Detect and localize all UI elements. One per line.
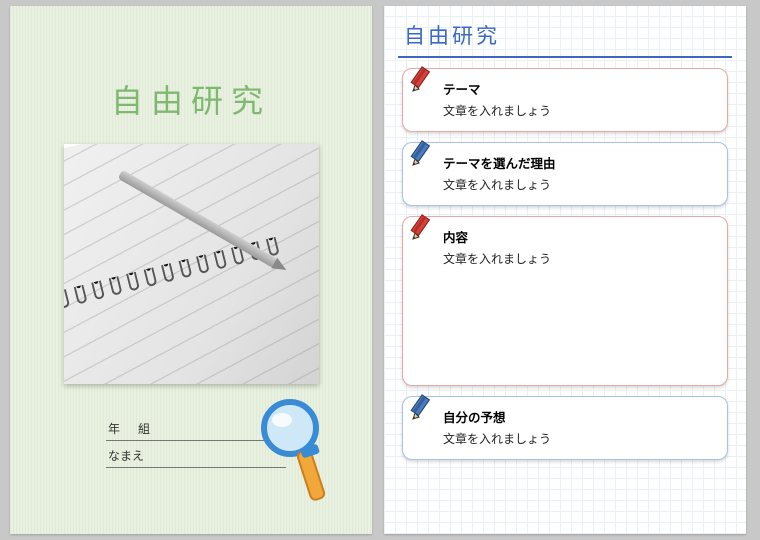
pencil-icon (409, 391, 437, 421)
cover-title: 自由研究 (10, 76, 372, 122)
section-label: テーマ (443, 79, 713, 98)
section-card[interactable]: 内容文章を入れましょう (402, 216, 728, 386)
section-list: テーマ文章を入れましょう テーマを選んだ理由文章を入れましょう 内容文章を入れま… (398, 68, 732, 460)
section-label: 自分の予想 (443, 407, 713, 426)
section-card[interactable]: テーマ文章を入れましょう (402, 68, 728, 132)
section-label: テーマを選んだ理由 (443, 153, 713, 172)
grade-label: 年 (108, 420, 120, 437)
sheet-title: 自由研究 (398, 6, 732, 58)
pencil-icon (409, 63, 437, 93)
section-body[interactable]: 文章を入れましょう (443, 430, 713, 447)
section-body[interactable]: 文章を入れましょう (443, 102, 713, 119)
section-card[interactable]: 自分の予想文章を入れましょう (402, 396, 728, 460)
name-label: なまえ (108, 447, 144, 464)
class-label: 組 (138, 420, 150, 437)
magnifier-icon (252, 394, 342, 514)
section-card[interactable]: テーマを選んだ理由文章を入れましょう (402, 142, 728, 206)
cover-photo (64, 144, 319, 384)
section-body[interactable]: 文章を入れましょう (443, 250, 713, 267)
cover-page: 自由研究 年 組 なまえ (10, 6, 372, 534)
pencil-icon (409, 211, 437, 241)
section-body[interactable]: 文章を入れましょう (443, 176, 713, 193)
section-label: 内容 (443, 227, 713, 246)
pencil-icon (409, 137, 437, 167)
worksheet-page: 自由研究 テーマ文章を入れましょう テーマを選んだ理由文章を入れましょう 内容文… (384, 6, 746, 534)
